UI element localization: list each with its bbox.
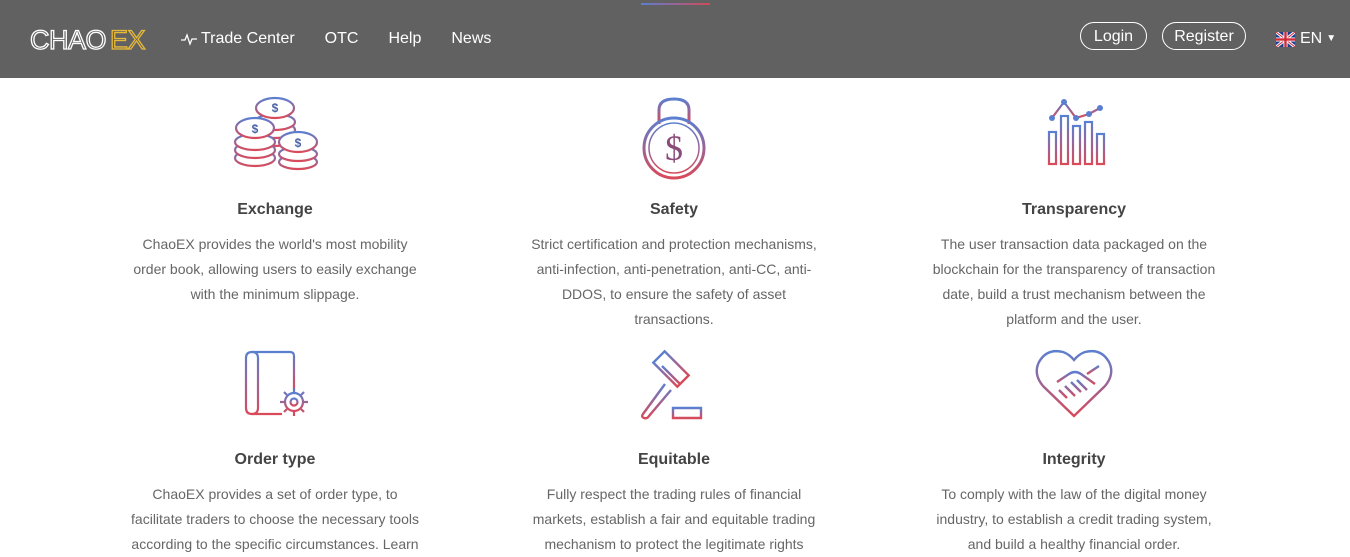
nav-help[interactable]: Help	[388, 29, 421, 49]
svg-text:$: $	[272, 101, 279, 115]
uk-flag-icon	[1276, 31, 1295, 47]
feature-title: Safety	[649, 201, 699, 218]
feature-title: Exchange	[237, 201, 313, 218]
feature-title: Transparency	[1021, 201, 1127, 218]
bar-chart-icon	[1043, 99, 1109, 166]
heart-handshake-icon	[1035, 349, 1113, 418]
caret-down-icon: ▼	[1326, 33, 1337, 44]
logo-text-accent: EX	[110, 25, 146, 55]
feature-description: Fully respect the trading rules of finan…	[532, 486, 816, 552]
feature-description: To comply with the law of the digital mo…	[936, 486, 1212, 552]
nav-trade-center-label: Trade Center	[201, 30, 295, 47]
feature-description: Strict certification and protection mech…	[531, 236, 817, 327]
coins-icon: $ $ $	[233, 96, 319, 171]
feature-equitable: Equitable Fully respect the trading rule…	[524, 346, 824, 557]
register-button[interactable]: Register	[1162, 22, 1246, 50]
pulse-icon	[181, 33, 197, 46]
language-selector[interactable]: EN ▼	[1276, 29, 1336, 49]
gavel-icon	[641, 349, 705, 420]
feature-description: ChaoEX provides the world's most mobilit…	[133, 236, 417, 302]
feature-description: ChaoEX provides a set of order type, to …	[131, 486, 419, 552]
feature-safety: $ Safety Strict certification and protec…	[524, 96, 824, 332]
svg-text:$: $	[252, 122, 259, 136]
logo-text-main: CHAO	[30, 25, 106, 55]
feature-exchange: $ $ $ Exchange ChaoEX provides the world…	[125, 96, 425, 307]
feature-title: Integrity	[1042, 451, 1106, 468]
top-navbar: CHAO EX Trade Center OTC Help News Login…	[0, 0, 1350, 78]
feature-order-type: Order type ChaoEX provides a set of orde…	[125, 346, 425, 557]
nav-trade-center[interactable]: Trade Center	[181, 29, 295, 49]
feature-description: The user transaction data packaged on th…	[932, 236, 1216, 327]
lock-dollar-icon: $	[642, 97, 706, 180]
svg-text:$: $	[295, 136, 302, 150]
nav-otc[interactable]: OTC	[325, 29, 359, 49]
feature-transparency: Transparency The user transaction data p…	[924, 96, 1224, 332]
feature-integrity: Integrity To comply with the law of the …	[924, 346, 1224, 557]
document-gear-icon	[244, 350, 308, 416]
login-button[interactable]: Login	[1080, 22, 1147, 50]
chaoex-logo[interactable]: CHAO EX	[30, 22, 152, 56]
main-nav: Trade Center OTC Help News	[181, 29, 491, 49]
feature-title: Equitable	[637, 451, 710, 468]
nav-news[interactable]: News	[451, 29, 491, 49]
feature-title: Order type	[234, 451, 316, 468]
nav-active-indicator	[641, 3, 710, 5]
svg-text:$: $	[665, 128, 683, 168]
language-code: EN	[1300, 30, 1323, 47]
